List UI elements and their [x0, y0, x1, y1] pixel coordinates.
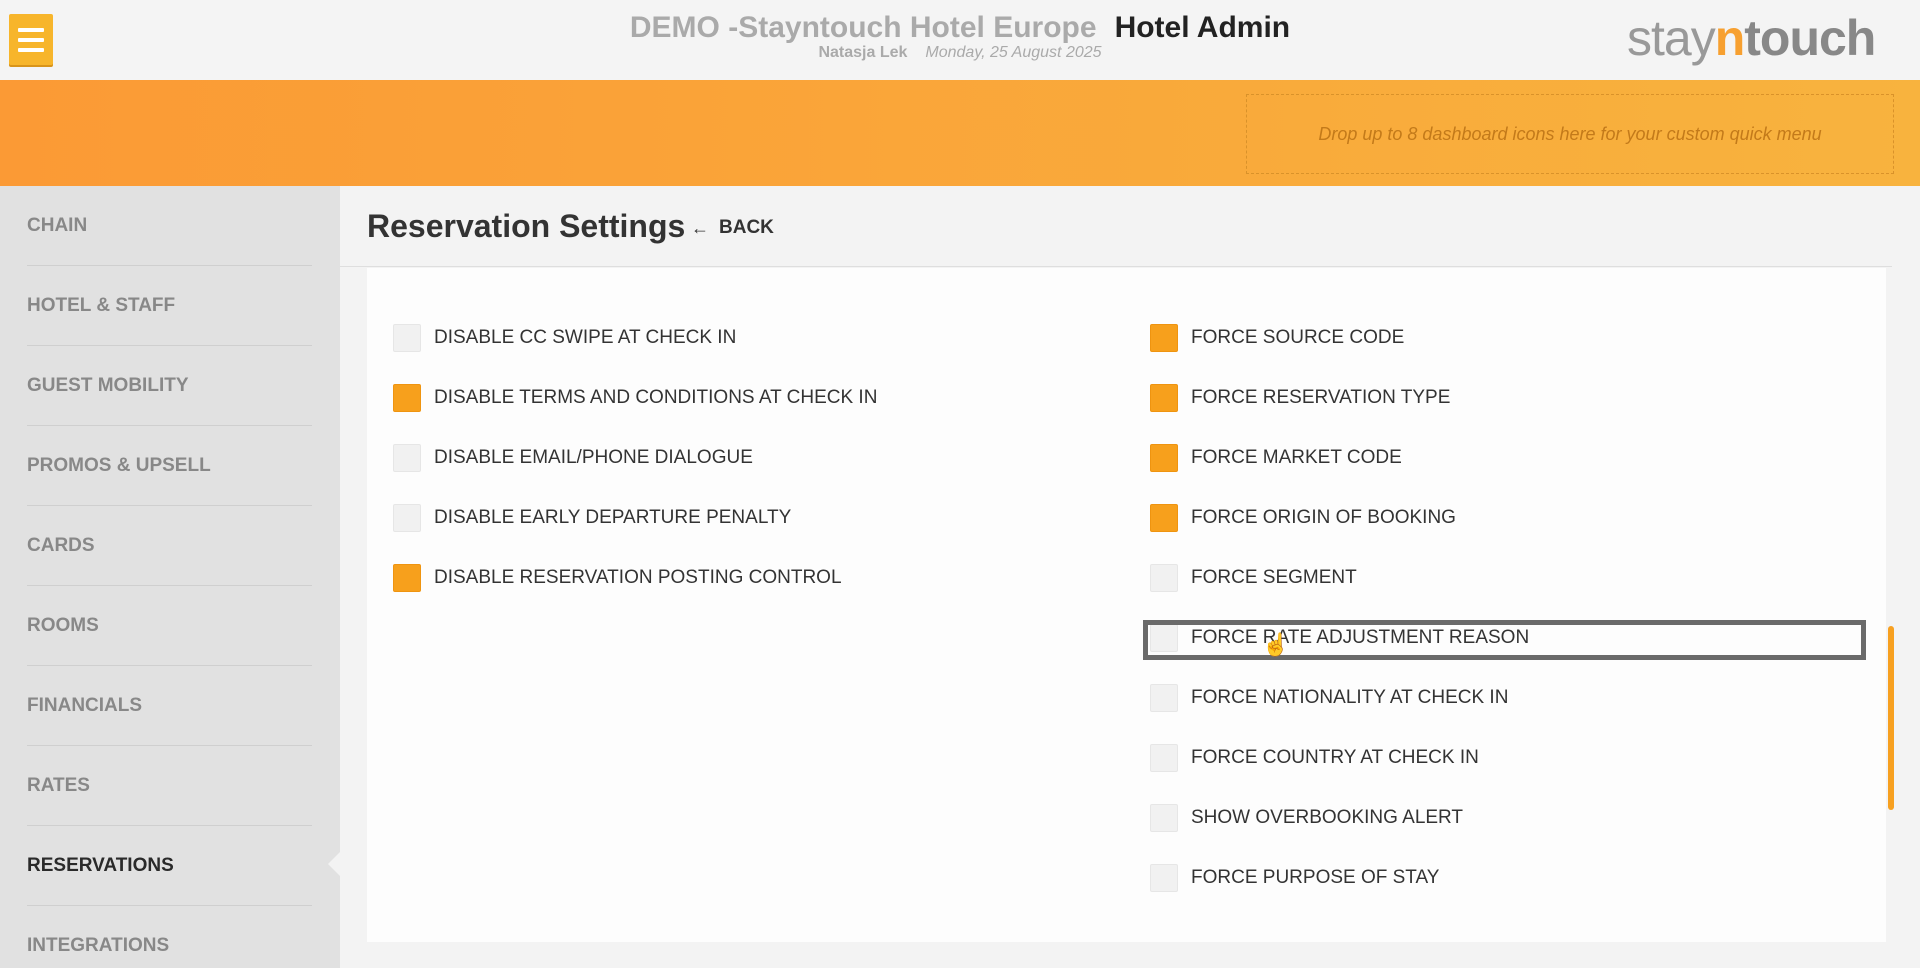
checkbox-label: SHOW OVERBOOKING ALERT — [1191, 807, 1464, 828]
checkbox-label: FORCE SOURCE CODE — [1191, 327, 1405, 348]
quick-menu-bar: Drop up to 8 dashboard icons here for yo… — [0, 80, 1920, 186]
sidebar-item-financials[interactable]: FINANCIALS — [27, 666, 312, 746]
checkbox-label: FORCE COUNTRY AT CHECK IN — [1191, 747, 1479, 768]
checkbox-label: FORCE RESERVATION TYPE — [1191, 387, 1451, 408]
checkbox-label: DISABLE RESERVATION POSTING CONTROL — [434, 567, 842, 588]
checkbox[interactable] — [1150, 744, 1178, 772]
checkbox-label: FORCE SEGMENT — [1191, 567, 1357, 588]
checkbox-label: FORCE NATIONALITY AT CHECK IN — [1191, 687, 1509, 708]
sidebar-item-chain[interactable]: CHAIN — [27, 186, 312, 266]
back-button[interactable]: ← BACK — [691, 217, 774, 239]
back-label: BACK — [719, 217, 774, 238]
user-name: Natasja Lek — [818, 44, 908, 61]
setting-force-country-at-check-in[interactable]: FORCE COUNTRY AT CHECK IN — [1150, 742, 1479, 774]
hand-cursor-icon: ☝ — [1262, 632, 1290, 657]
sidebar-item-rates[interactable]: RATES — [27, 746, 312, 826]
back-arrow-icon: ← — [691, 217, 709, 238]
setting-disable-early-departure-penalty[interactable]: DISABLE EARLY DEPARTURE PENALTY — [393, 502, 791, 534]
scrollbar-thumb[interactable] — [1888, 626, 1894, 810]
checkbox[interactable] — [393, 564, 421, 592]
current-date: Monday, 25 August 2025 — [925, 44, 1102, 61]
checkbox[interactable] — [1150, 684, 1178, 712]
active-nav-pointer — [328, 852, 340, 876]
quick-menu-dropzone[interactable]: Drop up to 8 dashboard icons here for yo… — [1246, 94, 1894, 174]
checkbox[interactable] — [1150, 504, 1178, 532]
sidebar-item-reservations[interactable]: RESERVATIONS — [27, 826, 312, 906]
setting-force-purpose-of-stay[interactable]: FORCE PURPOSE OF STAY — [1150, 862, 1439, 894]
top-header: DEMO -Stayntouch Hotel Europe Hotel Admin… — [0, 0, 1920, 80]
checkbox-label: DISABLE EMAIL/PHONE DIALOGUE — [434, 447, 753, 468]
checkbox-label: DISABLE EARLY DEPARTURE PENALTY — [434, 507, 792, 528]
setting-force-segment[interactable]: FORCE SEGMENT — [1150, 562, 1357, 594]
checkbox[interactable] — [393, 444, 421, 472]
stayntouch-logo: stayntouch — [1627, 10, 1876, 66]
checkbox-label: DISABLE TERMS AND CONDITIONS AT CHECK IN — [434, 387, 878, 408]
divider — [340, 266, 1892, 267]
checkbox[interactable] — [1150, 444, 1178, 472]
checkbox[interactable] — [393, 384, 421, 412]
checkbox[interactable] — [393, 504, 421, 532]
checkbox-label: DISABLE CC SWIPE AT CHECK IN — [434, 327, 737, 348]
sidebar-item-hotel-staff[interactable]: HOTEL & STAFF — [27, 266, 312, 346]
setting-show-overbooking-alert[interactable]: SHOW OVERBOOKING ALERT — [1150, 802, 1463, 834]
setting-force-reservation-type[interactable]: FORCE RESERVATION TYPE — [1150, 382, 1450, 414]
setting-disable-terms-and-conditions-at-check-in[interactable]: DISABLE TERMS AND CONDITIONS AT CHECK IN — [393, 382, 877, 414]
sidebar: CHAIN HOTEL & STAFF GUEST MOBILITY PROMO… — [0, 186, 340, 968]
sidebar-item-integrations[interactable]: INTEGRATIONS — [27, 906, 312, 968]
setting-force-nationality-at-check-in[interactable]: FORCE NATIONALITY AT CHECK IN — [1150, 682, 1508, 714]
keyboard-focus-outline — [1143, 620, 1866, 660]
setting-force-source-code[interactable]: FORCE SOURCE CODE — [1150, 322, 1404, 354]
hotel-name: DEMO -Stayntouch Hotel Europe — [629, 11, 1097, 44]
checkbox[interactable] — [1150, 384, 1178, 412]
checkbox[interactable] — [393, 324, 421, 352]
checkbox-label: FORCE MARKET CODE — [1191, 447, 1402, 468]
sidebar-item-promos-upsell[interactable]: PROMOS & UPSELL — [27, 426, 312, 506]
sidebar-item-guest-mobility[interactable]: GUEST MOBILITY — [27, 346, 312, 426]
setting-force-market-code[interactable]: FORCE MARKET CODE — [1150, 442, 1402, 474]
page-title: Reservation Settings — [367, 208, 686, 244]
sidebar-item-cards[interactable]: CARDS — [27, 506, 312, 586]
checkbox[interactable] — [1150, 324, 1178, 352]
checkbox-label: FORCE PURPOSE OF STAY — [1191, 867, 1440, 888]
dropzone-hint: Drop up to 8 dashboard icons here for yo… — [1318, 123, 1822, 144]
setting-disable-reservation-posting-control[interactable]: DISABLE RESERVATION POSTING CONTROL — [393, 562, 842, 594]
checkbox[interactable] — [1150, 864, 1178, 892]
setting-force-origin-of-booking[interactable]: FORCE ORIGIN OF BOOKING — [1150, 502, 1456, 534]
checkbox[interactable] — [1150, 804, 1178, 832]
checkbox-label: FORCE ORIGIN OF BOOKING — [1191, 507, 1456, 528]
checkbox[interactable] — [1150, 564, 1178, 592]
app-name: Hotel Admin — [1114, 11, 1291, 44]
setting-disable-email-phone-dialogue[interactable]: DISABLE EMAIL/PHONE DIALOGUE — [393, 442, 753, 474]
settings-panel — [367, 268, 1886, 942]
sidebar-item-rooms[interactable]: ROOMS — [27, 586, 312, 666]
setting-disable-cc-swipe-at-check-in[interactable]: DISABLE CC SWIPE AT CHECK IN — [393, 322, 736, 354]
